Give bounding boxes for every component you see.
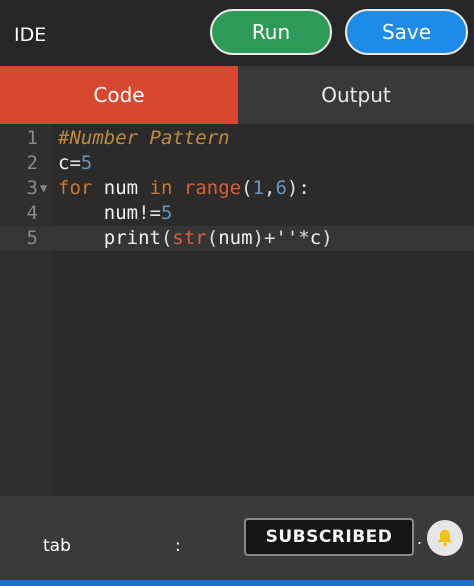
tab-key-label[interactable]: tab [43,536,71,556]
code-editor[interactable]: 1 #Number Pattern 2 c=5 3 ▼ for num in r… [0,124,474,496]
run-button[interactable]: Run [210,9,332,55]
code-text: print(str(num)+''*c) [103,227,333,249]
fold-arrow-icon[interactable]: ▼ [40,176,47,201]
code-text: num!=5 [103,202,173,224]
code-line-active[interactable]: 5 print(str(num)+''*c) [0,226,474,251]
tab-output[interactable]: Output [238,66,474,124]
line-number: 5 [26,227,38,249]
code-line[interactable]: 2 c=5 [0,151,474,176]
colon-key-label[interactable]: : [175,536,181,556]
code-line[interactable]: 1 #Number Pattern [0,126,474,151]
top-bar: IDE Run Save [0,0,474,66]
line-number: 3 [26,177,38,199]
tab-bar: Code Output [0,66,474,124]
subscribed-button[interactable]: SUBSCRIBED [244,518,414,556]
tab-code[interactable]: Code [0,66,238,124]
app-title: IDE [14,24,47,46]
dot-label: . [417,529,423,548]
code-text: #Number Pattern [58,127,230,149]
code-line[interactable]: 4 num!=5 [0,201,474,226]
bell-icon[interactable] [427,520,463,556]
code-text: for num in range(1,6): [58,177,310,199]
code-text: c=5 [58,152,93,174]
line-number: 2 [26,152,38,174]
bottom-bar: tab : SUBSCRIBED . [0,496,474,586]
code-line[interactable]: 3 ▼ for num in range(1,6): [0,176,474,201]
bottom-accent-strip [0,580,474,586]
line-number: 1 [26,127,38,149]
line-number: 4 [26,202,38,224]
save-button[interactable]: Save [345,9,468,55]
